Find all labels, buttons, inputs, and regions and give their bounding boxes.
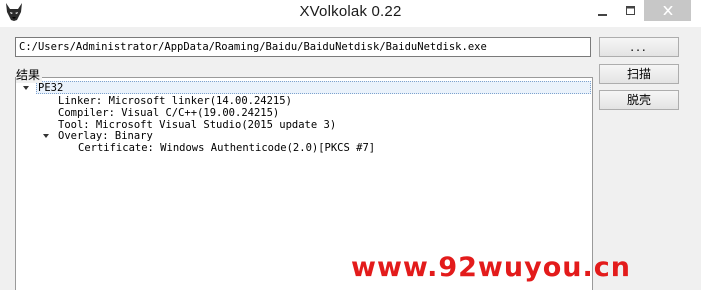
tree-node-root[interactable]: PE32: [38, 82, 63, 95]
minimize-icon: [597, 13, 607, 16]
close-icon: [662, 6, 673, 15]
maximize-button[interactable]: [617, 0, 644, 21]
minimize-button[interactable]: [588, 0, 617, 21]
expand-overlay-icon[interactable]: [43, 134, 49, 138]
selected-row-highlight: [36, 81, 591, 94]
watermark-text: www.92wuyou.cn: [351, 252, 631, 283]
close-button[interactable]: [644, 0, 691, 21]
tree-node-certificate[interactable]: Certificate: Windows Authenticode(2.0)[P…: [78, 142, 375, 155]
browse-button[interactable]: ...: [599, 37, 679, 57]
expand-root-icon[interactable]: [23, 86, 29, 90]
unpack-button[interactable]: 脱壳: [599, 90, 679, 110]
maximize-icon: [625, 5, 635, 15]
scan-button[interactable]: 扫描: [599, 64, 679, 84]
title-bar[interactable]: XVolkolak 0.22: [0, 0, 701, 27]
file-path-input[interactable]: C:/Users/Administrator/AppData/Roaming/B…: [15, 37, 591, 57]
results-group-label: 结果: [16, 66, 43, 83]
app-window: XVolkolak 0.22 C:/Users/Administrator/Ap…: [0, 0, 701, 290]
